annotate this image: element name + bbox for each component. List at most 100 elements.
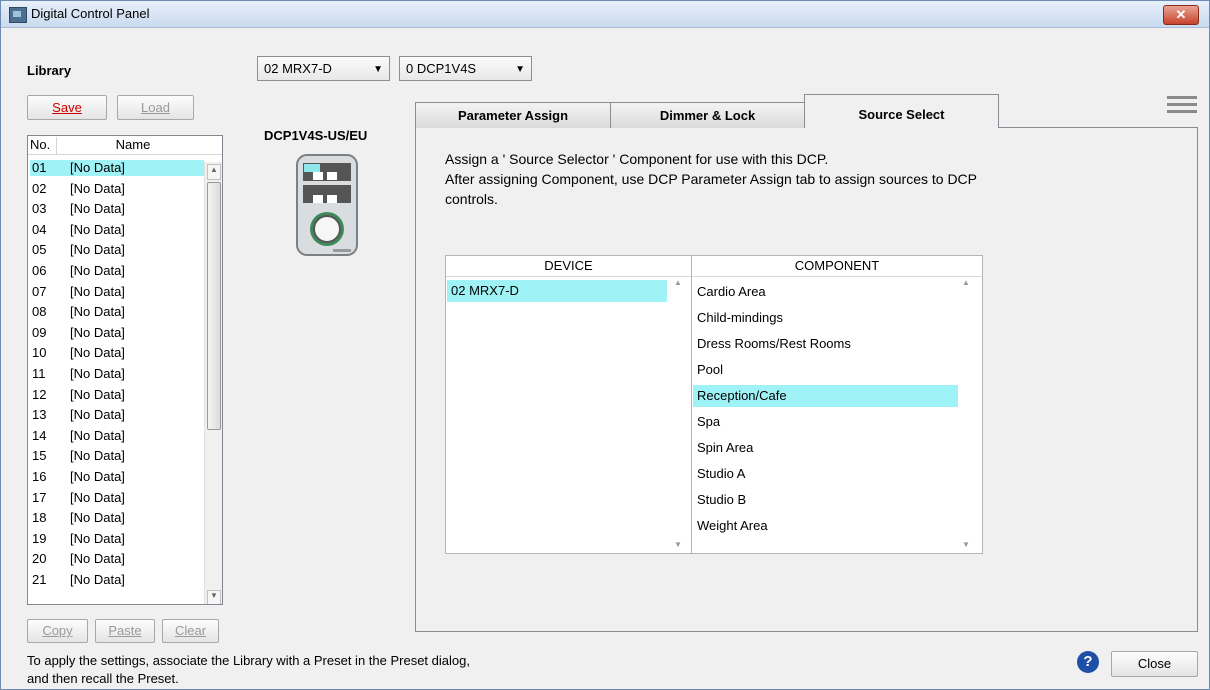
library-row[interactable]: 13 [No Data] <box>30 407 204 423</box>
tab-dimmer-lock[interactable]: Dimmer & Lock <box>610 102 805 128</box>
component-list-item[interactable]: Spa <box>693 411 958 433</box>
library-row[interactable]: 07 [No Data] <box>30 284 204 300</box>
library-row-name: [No Data] <box>70 572 125 587</box>
library-row-number: 16 <box>32 469 47 484</box>
component-list-item[interactable]: Cardio Area <box>693 281 958 303</box>
component-list-item[interactable]: Dress Rooms/Rest Rooms <box>693 333 958 355</box>
library-row[interactable]: 08 [No Data] <box>30 304 204 320</box>
copy-button[interactable]: Copy <box>27 619 88 643</box>
component-list-item[interactable]: Studio A <box>693 463 958 485</box>
library-row[interactable]: 10 [No Data] <box>30 345 204 361</box>
library-row[interactable]: 12 [No Data] <box>30 387 204 403</box>
library-row[interactable]: 19 [No Data] <box>30 531 204 547</box>
component-list-item[interactable]: Studio B <box>693 489 958 511</box>
library-row[interactable]: 16 [No Data] <box>30 469 204 485</box>
library-row[interactable]: 20 [No Data] <box>30 551 204 567</box>
library-row-number: 08 <box>32 304 47 320</box>
scroll-up-icon[interactable]: ▲ <box>962 278 970 287</box>
library-row[interactable]: 21 [No Data] <box>30 572 204 588</box>
scroll-down-icon[interactable]: ▼ <box>962 540 970 549</box>
library-row-number: 21 <box>32 572 47 587</box>
scroll-up-icon[interactable]: ▲ <box>207 164 221 180</box>
library-row-number: 07 <box>32 283 47 299</box>
device-column-header: DEVICE <box>446 256 691 277</box>
library-row-name: [No Data] <box>70 489 125 505</box>
library-row-name: [No Data] <box>70 366 125 381</box>
dcp-select-value: 0 DCP1V4S <box>406 61 477 76</box>
library-row[interactable]: 11 [No Data] <box>30 366 204 382</box>
component-list-scrollbar[interactable]: ▲ ▼ <box>960 278 978 550</box>
help-icon[interactable]: ? <box>1077 651 1099 673</box>
chevron-down-icon: ▼ <box>373 64 383 75</box>
component-list-item[interactable]: Reception/Cafe <box>693 385 958 407</box>
library-row-name: [No Data] <box>70 304 125 320</box>
paste-button[interactable]: Paste <box>95 619 155 643</box>
scroll-down-icon[interactable]: ▼ <box>674 540 682 549</box>
library-row-name: [No Data] <box>70 407 125 423</box>
library-row-name: [No Data] <box>70 221 125 237</box>
component-list-item[interactable]: Weight Area <box>693 515 958 537</box>
clear-button[interactable]: Clear <box>162 619 219 643</box>
device-select[interactable]: 02 MRX7-D ▼ <box>257 56 390 81</box>
library-row[interactable]: 14 [No Data] <box>30 428 204 444</box>
library-label: Library <box>27 63 72 78</box>
scroll-down-icon[interactable]: ▼ <box>207 590 221 604</box>
library-row-name: [No Data] <box>70 510 125 526</box>
library-row-name: [No Data] <box>70 201 125 217</box>
library-list-header: No. Name <box>28 136 222 155</box>
component-list-item[interactable]: Child-mindings <box>693 307 958 329</box>
library-row-name: [No Data] <box>70 324 125 340</box>
library-row[interactable]: 15 [No Data] <box>30 448 204 464</box>
library-scrollbar[interactable]: ▲ ▼ <box>204 162 222 604</box>
library-row-name: [No Data] <box>70 242 125 258</box>
library-row-number: 13 <box>32 407 47 423</box>
dcp-select[interactable]: 0 DCP1V4S ▼ <box>399 56 532 81</box>
device-list-item[interactable]: 02 MRX7-D <box>447 280 667 302</box>
library-row-number: 09 <box>32 324 47 340</box>
library-row[interactable]: 18 [No Data] <box>30 510 204 526</box>
close-button[interactable]: Close <box>1111 651 1198 677</box>
library-row[interactable]: 17 [No Data] <box>30 490 204 506</box>
device-select-value: 02 MRX7-D <box>264 61 332 76</box>
scroll-thumb[interactable] <box>207 182 221 430</box>
library-row-number: 14 <box>32 427 47 443</box>
scroll-up-icon[interactable]: ▲ <box>674 278 682 287</box>
window-title: Digital Control Panel <box>31 6 150 21</box>
save-button[interactable]: Save <box>27 95 107 120</box>
library-row-number: 17 <box>32 489 47 505</box>
component-list-item[interactable]: Spin Area <box>693 437 958 459</box>
library-row[interactable]: 09 [No Data] <box>30 325 204 341</box>
library-row[interactable]: 01 [No Data] <box>30 160 204 176</box>
column-header-name[interactable]: Name <box>58 137 208 152</box>
library-row-name: [No Data] <box>70 386 125 402</box>
library-row[interactable]: 04 [No Data] <box>30 222 204 238</box>
device-list-scrollbar[interactable]: ▲ ▼ <box>672 278 690 550</box>
close-window-icon[interactable]: ✕ <box>1163 5 1199 25</box>
component-column-header: COMPONENT <box>692 256 982 277</box>
library-row[interactable]: 02 [No Data] <box>30 181 204 197</box>
library-row-number: 02 <box>32 180 47 196</box>
library-row-number: 19 <box>32 530 47 546</box>
library-row[interactable]: 05 [No Data] <box>30 242 204 258</box>
library-row-number: 06 <box>32 263 47 278</box>
hint-line-1: To apply the settings, associate the Lib… <box>27 653 470 668</box>
library-row-name: [No Data] <box>70 427 125 443</box>
library-row-name: [No Data] <box>70 283 125 299</box>
library-row-name: [No Data] <box>70 448 125 464</box>
library-row-number: 12 <box>32 386 47 402</box>
title-bar: Digital Control Panel ✕ <box>1 1 1209 28</box>
menu-icon[interactable] <box>1167 96 1197 114</box>
library-row[interactable]: 06 [No Data] <box>30 263 204 279</box>
library-row-name: [No Data] <box>70 530 125 546</box>
library-row-number: 20 <box>32 551 47 567</box>
dcp-model-label: DCP1V4S-US/EU <box>264 128 368 143</box>
description-line-2: After assigning Component, use DCP Param… <box>445 171 978 187</box>
column-header-no[interactable]: No. <box>30 137 57 154</box>
library-row-number: 10 <box>32 345 47 361</box>
library-row[interactable]: 03 [No Data] <box>30 201 204 217</box>
component-list-item[interactable]: Pool <box>693 359 958 381</box>
tab-source-select[interactable]: Source Select <box>804 94 999 128</box>
tab-parameter-assign[interactable]: Parameter Assign <box>415 102 611 128</box>
load-button[interactable]: Load <box>117 95 194 120</box>
library-list: No. Name 01 [No Data] 02 [No Data] 03 [No Dat… <box>27 135 223 605</box>
